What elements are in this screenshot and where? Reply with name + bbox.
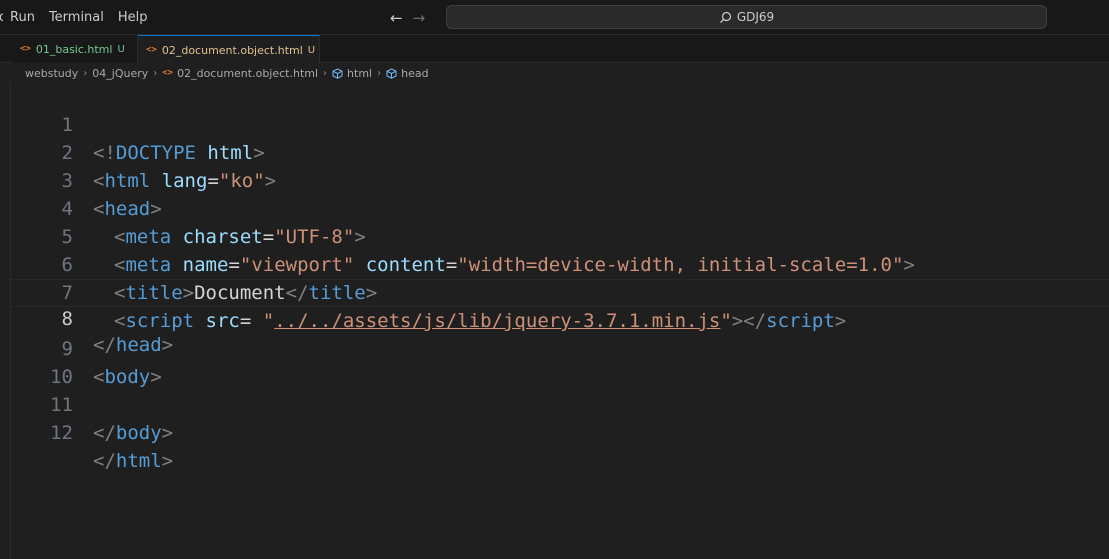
breadcrumb: webstudy › 04_jQuery › <> 02_document.ob… [25,63,429,83]
breadcrumb-item[interactable]: webstudy [25,67,78,80]
code-line[interactable]: 6 <title>Document</title> [11,223,1109,304]
chevron-right-icon: › [377,67,382,79]
back-arrow-icon[interactable]: ← [390,9,403,27]
breadcrumb-item[interactable]: 02_document.object.html [177,67,318,80]
symbol-cube-icon [332,67,343,79]
code-line[interactable]: 11 </body> [11,363,1109,444]
menu-bar: o Run Terminal Help [0,0,155,35]
tab-01-basic-html[interactable]: <> 01_basic.html U [12,35,138,63]
symbol-cube-icon [386,67,397,79]
code-token: html [115,450,162,472]
html-file-icon: <> [146,45,157,55]
code-line[interactable]: 12 </html> [11,391,1109,472]
code-line[interactable]: 9 <body> [11,307,1109,388]
forward-arrow-icon[interactable]: → [413,9,426,27]
command-center-search[interactable]: GDJ69 [446,5,1047,29]
title-bar: o Run Terminal Help ← → GDJ69 [0,0,1109,35]
navigation-arrows: ← → [390,0,425,35]
menu-item-help[interactable]: Help [111,0,155,35]
chevron-right-icon: › [323,67,328,79]
untracked-badge: U [117,43,125,55]
code-line[interactable]: 10 [11,335,1109,388]
code-line[interactable]: 3 <head> [11,139,1109,220]
line-number: 12 [50,422,73,444]
breadcrumb-item[interactable]: head [401,67,428,80]
menu-item-terminal[interactable]: Terminal [42,0,111,35]
tab-02-document-object-html[interactable]: <> 02_document.object.html U [138,35,320,64]
tab-label: 01_basic.html [35,42,113,56]
tab-label: 02_document.object.html [161,43,303,57]
breadcrumb-item[interactable]: html [347,67,372,80]
code-line[interactable]: 5 <meta name="viewport" content="width=d… [11,195,1109,276]
html-file-icon: <> [20,44,31,54]
code-line[interactable]: 2 <html lang="ko"> [11,111,1109,192]
untracked-badge: U [307,44,316,56]
menu-item-run[interactable]: Run [3,0,42,35]
code-line-current[interactable]: 8 </head> [11,279,1109,356]
code-editor[interactable]: 1 <!DOCTYPE html> 2 <html lang="ko"> 3 <… [10,83,1109,559]
command-center-text: GDJ69 [736,10,775,24]
chevron-right-icon: › [153,67,158,79]
breadcrumb-item[interactable]: 04_jQuery [92,67,148,80]
code-line[interactable]: 7 <script src= "../../assets/js/lib/jque… [11,251,1109,332]
code-token: body [115,422,162,444]
code-line[interactable]: 4 <meta charset="UTF-8"> [11,167,1109,248]
code-line[interactable]: 1 <!DOCTYPE html> [11,83,1109,164]
html-file-icon: <> [162,68,174,78]
editor-tab-bar: <> 01_basic.html U <> 02_document.object… [0,35,1109,64]
chevron-right-icon: › [83,67,88,79]
search-icon [719,11,731,23]
